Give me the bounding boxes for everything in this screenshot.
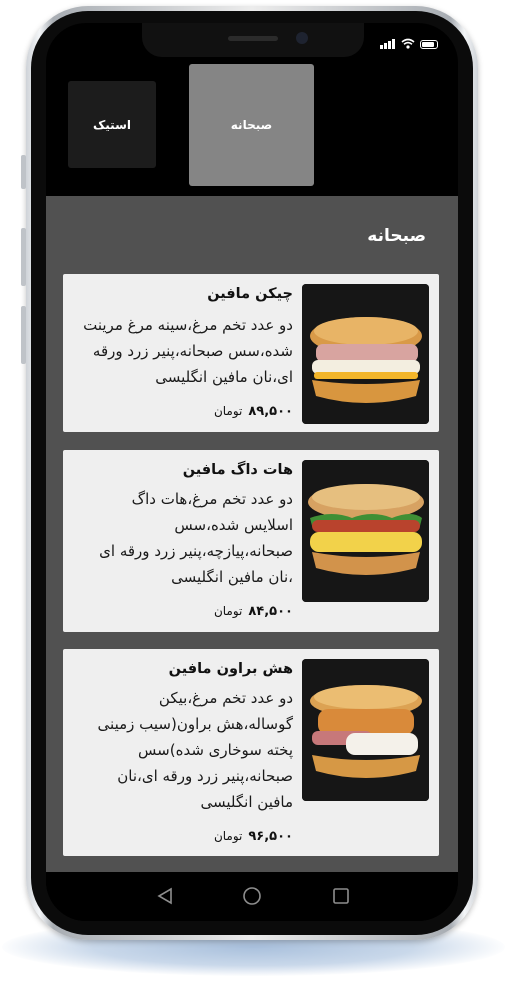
recents-icon[interactable] xyxy=(330,885,352,907)
menu-item-card[interactable]: چیکن مافین دو عدد تخم مرغ،سینه مرغ مرینت… xyxy=(63,274,439,432)
item-description: دو عدد تخم مرغ،بیکن گوساله،هش براون(سیب … xyxy=(97,689,293,811)
back-icon[interactable] xyxy=(154,885,176,907)
chicken-muffin-image xyxy=(302,284,429,424)
item-price: ۸۴,۵۰۰ تومان xyxy=(214,604,293,619)
status-bar xyxy=(380,35,438,49)
navigation-bar xyxy=(46,872,458,921)
item-price: ۸۹,۵۰۰ تومان xyxy=(214,404,293,419)
price-currency: تومان xyxy=(213,404,243,418)
tab-steak[interactable]: استیک xyxy=(68,81,156,168)
price-currency: تومان xyxy=(213,829,243,843)
item-name: چیکن مافین xyxy=(207,286,293,302)
item-description: دو عدد تخم مرغ،هات داگ اسلایس شده،سس صبح… xyxy=(99,490,293,586)
menu-item-card[interactable]: هش براون مافین دو عدد تخم مرغ،بیکن گوسال… xyxy=(63,649,439,856)
hotdog-muffin-image xyxy=(302,460,429,602)
menu-item-card[interactable]: هات داگ مافین دو عدد تخم مرغ،هات داگ اسل… xyxy=(63,450,439,632)
home-icon[interactable] xyxy=(241,885,263,907)
volume-down-button xyxy=(21,306,26,364)
price-value: ۸۹,۵۰۰ xyxy=(248,404,293,419)
front-camera xyxy=(296,32,308,44)
item-description: دو عدد تخم مرغ،سینه مرغ مرینت شده،سس صبح… xyxy=(83,316,293,386)
price-currency: تومان xyxy=(213,604,243,618)
section-title: صبحانه xyxy=(367,226,426,246)
price-value: ۸۴,۵۰۰ xyxy=(248,604,293,619)
item-price: ۹۶,۵۰۰ تومان xyxy=(214,829,293,844)
tab-breakfast-label: صبحانه xyxy=(230,118,273,132)
tab-breakfast[interactable]: صبحانه xyxy=(189,64,314,186)
speaker xyxy=(228,36,278,41)
item-name: هش براون مافین xyxy=(168,661,293,677)
power-button xyxy=(21,155,26,189)
menu-content[interactable]: صبحانه چیکن مافین دو عدد تخم مرغ،سینه مر… xyxy=(46,196,458,872)
phone-screen: استیک صبحانه صبحانه چیکن مافین دو عدد تخ… xyxy=(46,23,458,921)
tab-steak-label: استیک xyxy=(93,117,131,132)
hashbrown-muffin-image xyxy=(302,659,429,801)
volume-up-button xyxy=(21,228,26,286)
price-value: ۹۶,۵۰۰ xyxy=(248,829,293,844)
notch xyxy=(142,23,364,57)
signal-icon xyxy=(380,30,396,49)
wifi-icon xyxy=(401,38,415,49)
item-name: هات داگ مافین xyxy=(182,462,293,478)
battery-icon xyxy=(420,40,438,49)
